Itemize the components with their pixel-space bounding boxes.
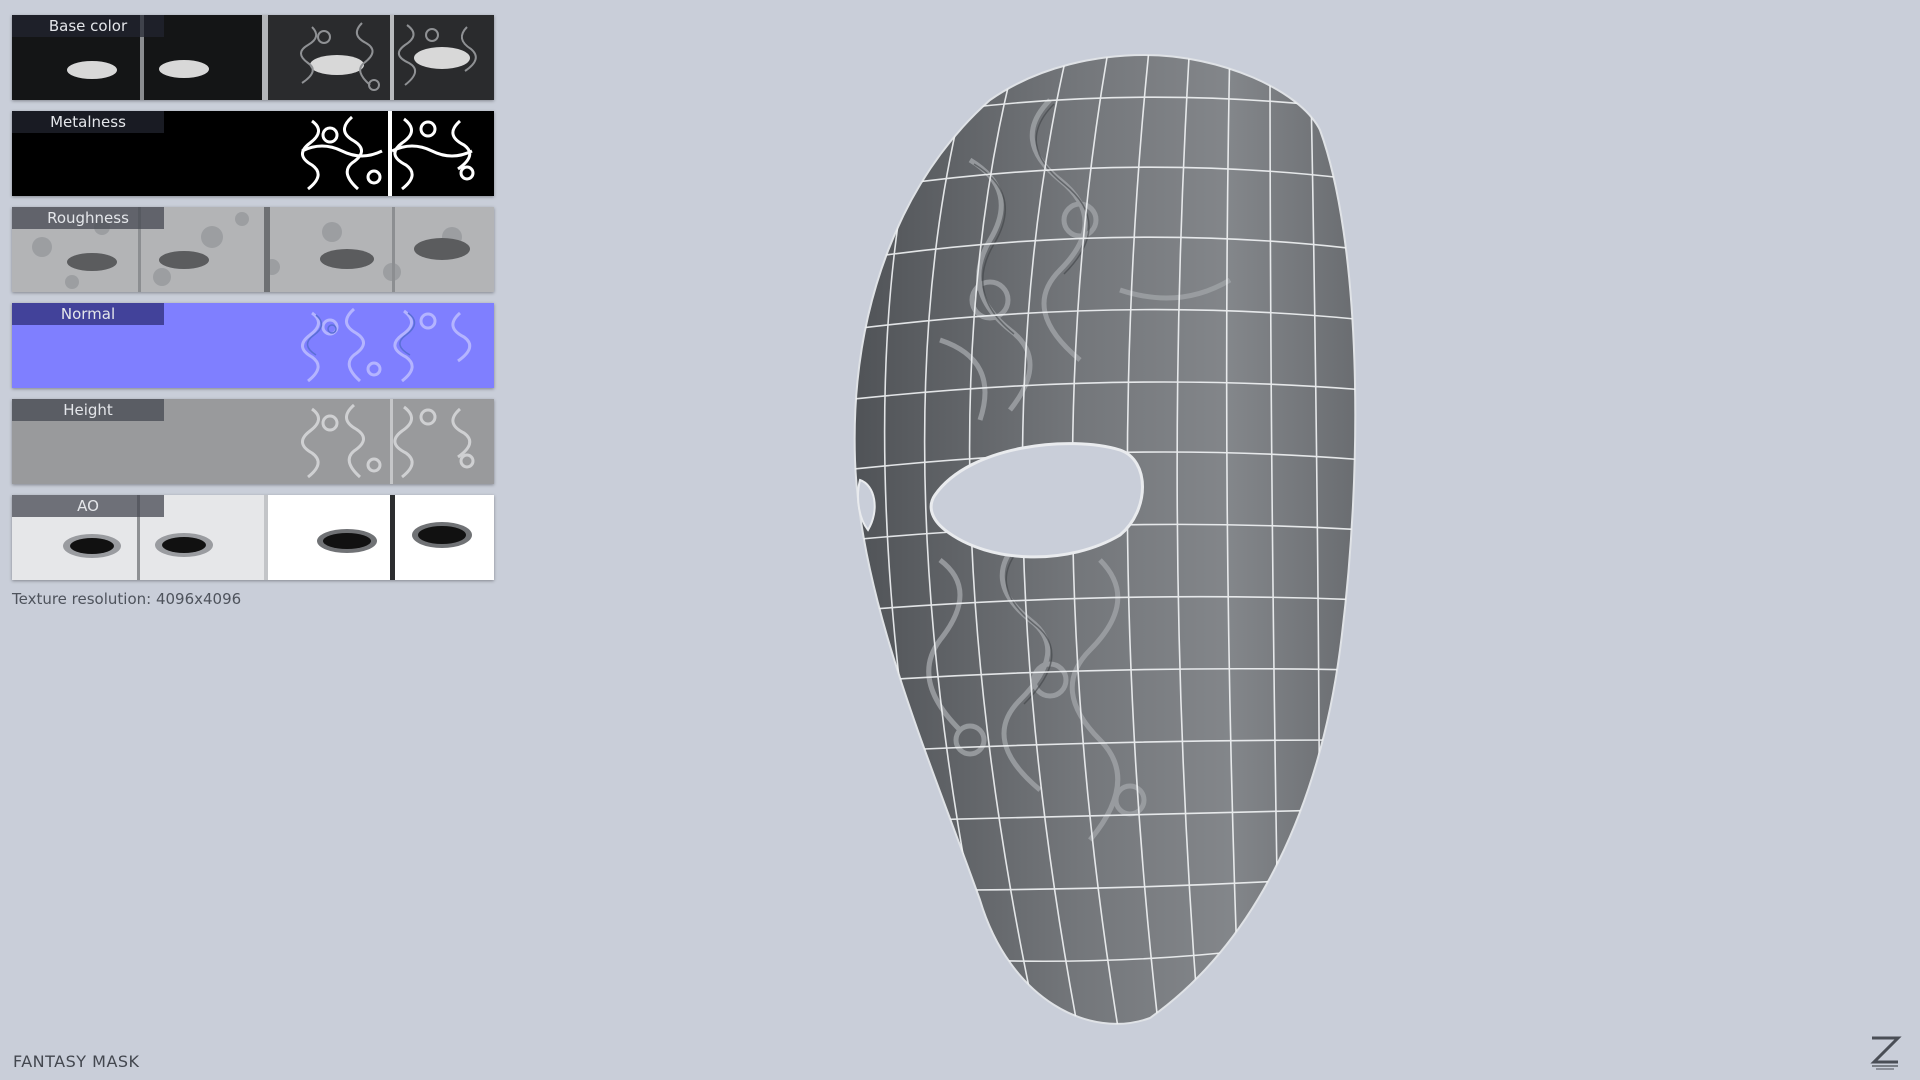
texture-map-base-color: Base color [12, 15, 494, 100]
metalness-label: Metalness [12, 111, 164, 133]
ao-label: AO [12, 495, 164, 517]
texture-map-ao: AO [12, 495, 494, 580]
texture-map-metalness: Metalness [12, 111, 494, 196]
project-title: FANTASY MASK [13, 1052, 140, 1071]
base-color-label: Base color [12, 15, 164, 37]
normal-label: Normal [12, 303, 164, 325]
roughness-label: Roughness [12, 207, 164, 229]
texture-maps-panel: Base color Metalness Roughness Normal He… [12, 15, 494, 591]
fantasy-mask-model [853, 53, 1357, 1025]
texture-map-normal: Normal [12, 303, 494, 388]
model-viewport[interactable] [820, 40, 1380, 1030]
height-label: Height [12, 399, 164, 421]
texture-resolution-text: Texture resolution: 4096x4096 [12, 590, 242, 608]
z-logo-icon [1868, 1032, 1902, 1072]
texture-map-height: Height [12, 399, 494, 484]
texture-map-roughness: Roughness [12, 207, 494, 292]
